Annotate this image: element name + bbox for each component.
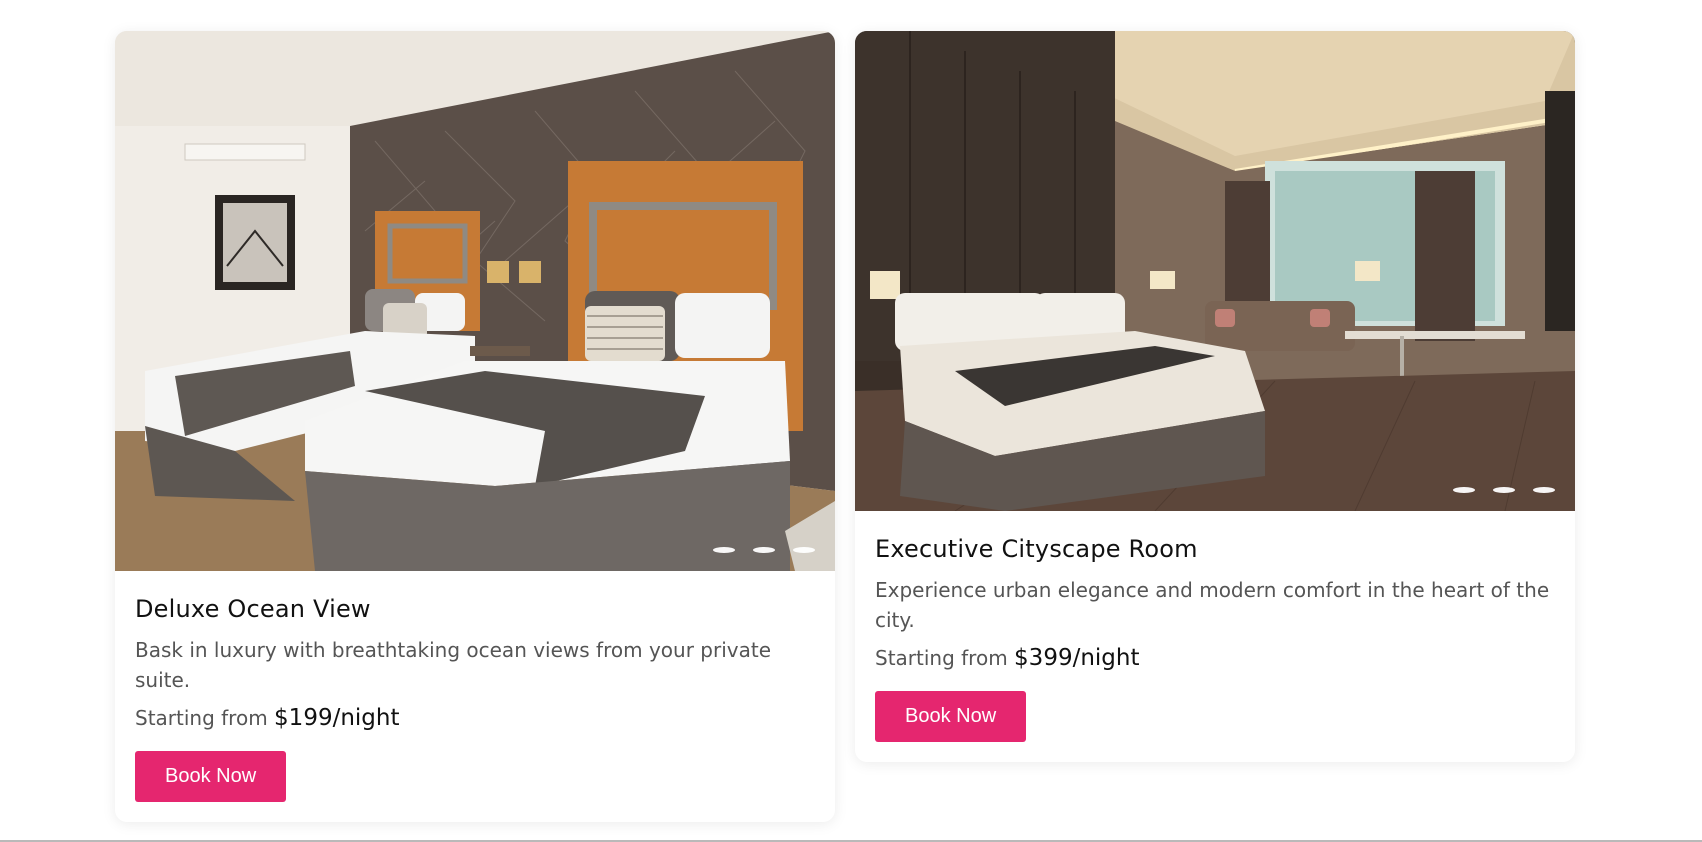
room-price-row: Starting from $199/night [135, 705, 815, 731]
room-title: Deluxe Ocean View [135, 595, 371, 623]
room-photo [855, 31, 1575, 511]
room-title: Executive Cityscape Room [875, 535, 1198, 563]
room-photo-carousel[interactable] [115, 31, 835, 571]
room-description: Experience urban elegance and modern com… [875, 578, 1550, 632]
carousel-dot[interactable] [793, 547, 815, 553]
price-prefix: Starting from [875, 646, 1008, 670]
price-prefix: Starting from [135, 706, 268, 730]
room-card-body: Executive Cityscape Room Experience urba… [855, 511, 1575, 762]
room-price-row: Starting from $399/night [875, 645, 1555, 671]
carousel-indicators [1453, 487, 1555, 493]
room-price: $199/night [274, 705, 400, 731]
room-card-executive-cityscape: Executive Cityscape Room Experience urba… [855, 31, 1575, 762]
book-now-button[interactable]: Book Now [875, 691, 1027, 742]
room-price: $399/night [1014, 645, 1140, 671]
room-photo-carousel[interactable] [855, 31, 1575, 511]
carousel-dot[interactable] [713, 547, 735, 553]
room-card-body: Deluxe Ocean View Bask in luxury with br… [115, 571, 835, 822]
room-description: Bask in luxury with breathtaking ocean v… [135, 638, 771, 692]
book-now-button[interactable]: Book Now [135, 751, 287, 802]
carousel-dot[interactable] [1533, 487, 1555, 493]
room-photo [115, 31, 835, 571]
room-cards: Deluxe Ocean View Bask in luxury with br… [115, 31, 1575, 822]
room-card-deluxe-ocean-view: Deluxe Ocean View Bask in luxury with br… [115, 31, 835, 822]
carousel-dot[interactable] [1453, 487, 1475, 493]
carousel-dot[interactable] [1493, 487, 1515, 493]
carousel-dot[interactable] [753, 547, 775, 553]
carousel-indicators [713, 547, 815, 553]
